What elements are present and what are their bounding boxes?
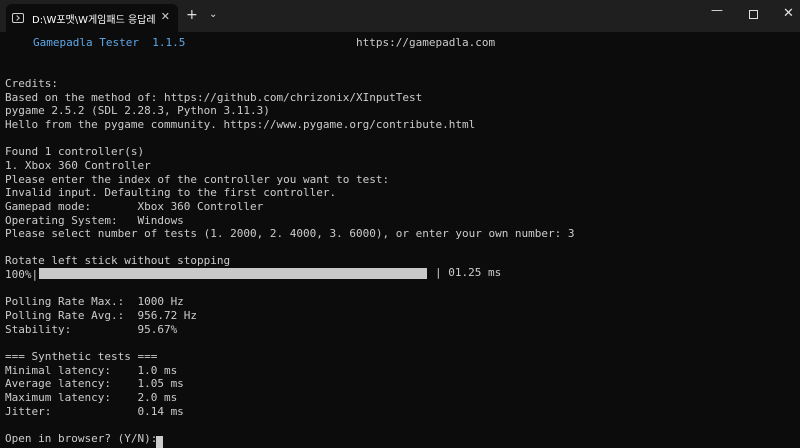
prompt-index: Please enter the index of the controller… — [5, 173, 390, 186]
app-version: 1.1.5 — [152, 36, 186, 49]
credits-heading: Credits: — [5, 77, 58, 90]
pygame-version: pygame 2.5.2 (SDL 2.28.3, Python 3.11.3) — [5, 104, 270, 117]
tab-title: D:\W포맷\W게임패드 응답레이트 — [32, 14, 156, 26]
terminal-tab[interactable]: D:\W포맷\W게임패드 응답레이트 ✕ — [6, 4, 178, 32]
open-browser-prompt: Open in browser? (Y/N): — [5, 432, 158, 445]
minimal-latency: Minimal latency: 1.0 ms — [5, 364, 178, 377]
text-cursor — [156, 436, 163, 448]
pygame-hello: Hello from the pygame community. https:/… — [5, 118, 476, 131]
app-url: https://gamepadla.com — [356, 36, 496, 49]
chevron-down-icon[interactable]: ⌄ — [209, 9, 217, 20]
header-line: Gamepadla Tester 1.1.5 — [33, 36, 185, 50]
maximize-button[interactable] — [749, 10, 758, 19]
credits-based-on: Based on the method of: https://github.c… — [5, 91, 423, 104]
title-bar: D:\W포맷\W게임패드 응답레이트 ✕ + ⌄ — ✕ — [0, 0, 800, 32]
new-tab-button[interactable]: + — [186, 7, 198, 23]
prompt-tests: Please select number of tests (1. 2000, … — [5, 227, 575, 240]
controller-item: 1. Xbox 360 Controller — [5, 159, 151, 172]
progress-label: 100%| — [5, 268, 39, 281]
average-latency: Average latency: 1.05 ms — [5, 377, 184, 390]
stability: Stability: 95.67% — [5, 323, 178, 336]
rotate-instruction: Rotate left stick without stopping — [5, 254, 231, 267]
progress-result: | 01.25 ms — [435, 266, 502, 279]
operating-system: Operating System: Windows — [5, 214, 184, 227]
close-button[interactable]: ✕ — [783, 6, 794, 21]
terminal-output[interactable]: Gamepadla Tester 1.1.5 https://gamepadla… — [0, 32, 800, 448]
app-name: Gamepadla Tester — [33, 36, 139, 49]
tab-close-icon[interactable]: ✕ — [161, 10, 170, 23]
jitter: Jitter: 0.14 ms — [5, 405, 184, 418]
progress-bar — [39, 268, 427, 279]
progress-fill — [39, 268, 427, 279]
synthetic-heading: === Synthetic tests === — [5, 350, 158, 363]
gamepad-mode: Gamepad mode: Xbox 360 Controller — [5, 200, 264, 213]
maximum-latency: Maximum latency: 2.0 ms — [5, 391, 178, 404]
invalid-input-message: Invalid input. Defaulting to the first c… — [5, 186, 337, 199]
found-controllers: Found 1 controller(s) — [5, 145, 145, 158]
polling-rate-max: Polling Rate Max.: 1000 Hz — [5, 295, 184, 308]
minimize-button[interactable]: — — [711, 3, 723, 17]
polling-rate-avg: Polling Rate Avg.: 956.72 Hz — [5, 309, 198, 322]
terminal-icon — [12, 13, 24, 23]
